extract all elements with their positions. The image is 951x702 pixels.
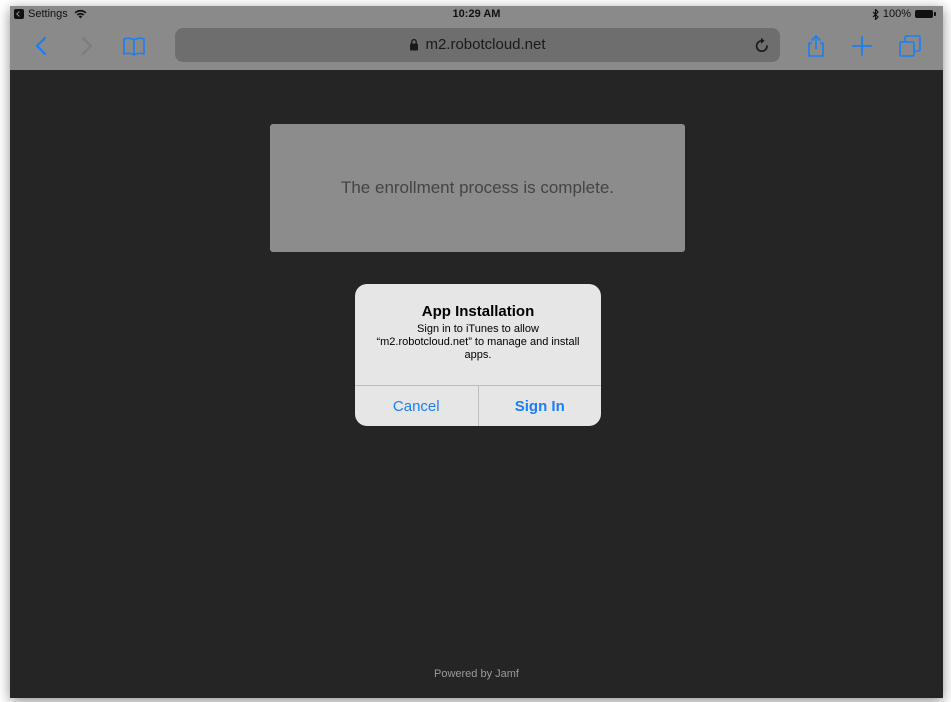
cancel-button[interactable]: Cancel	[355, 386, 478, 426]
battery-percent: 100%	[882, 8, 911, 20]
powered-by-footer: Powered by Jamf	[434, 668, 519, 680]
status-bar: Settings 10:29 AM 100%	[10, 6, 943, 22]
status-time: 10:29 AM	[452, 8, 501, 20]
bluetooth-icon	[872, 8, 879, 20]
alert-buttons: Cancel Sign In	[355, 385, 601, 426]
browser-toolbar: m2.robotcloud.net	[10, 22, 943, 70]
back-chevron-icon[interactable]	[28, 32, 56, 60]
tabs-overview-icon[interactable]	[896, 32, 924, 60]
battery-icon	[915, 10, 936, 18]
reload-icon[interactable]	[754, 36, 770, 54]
alert-message: Sign in to iTunes to allow “m2.robotclou…	[376, 323, 580, 361]
bookmarks-icon[interactable]	[120, 32, 148, 60]
lock-icon	[410, 38, 419, 51]
address-bar[interactable]: m2.robotcloud.net	[175, 28, 780, 62]
enrollment-panel: The enrollment process is complete.	[270, 124, 685, 252]
address-text: m2.robotcloud.net	[425, 36, 546, 53]
status-right: 100%	[872, 6, 936, 22]
alert-title: App Installation	[421, 303, 535, 320]
app-installation-alert: App Installation Sign in to iTunes to al…	[355, 284, 601, 426]
forward-chevron-icon[interactable]	[72, 32, 100, 60]
sign-in-button[interactable]: Sign In	[477, 386, 602, 426]
enrollment-message: The enrollment process is complete.	[340, 178, 615, 197]
new-tab-plus-icon[interactable]	[848, 32, 876, 60]
share-icon[interactable]	[802, 32, 830, 60]
device-screen: Settings 10:29 AM 100% m2.robotcloud.net…	[10, 6, 943, 698]
